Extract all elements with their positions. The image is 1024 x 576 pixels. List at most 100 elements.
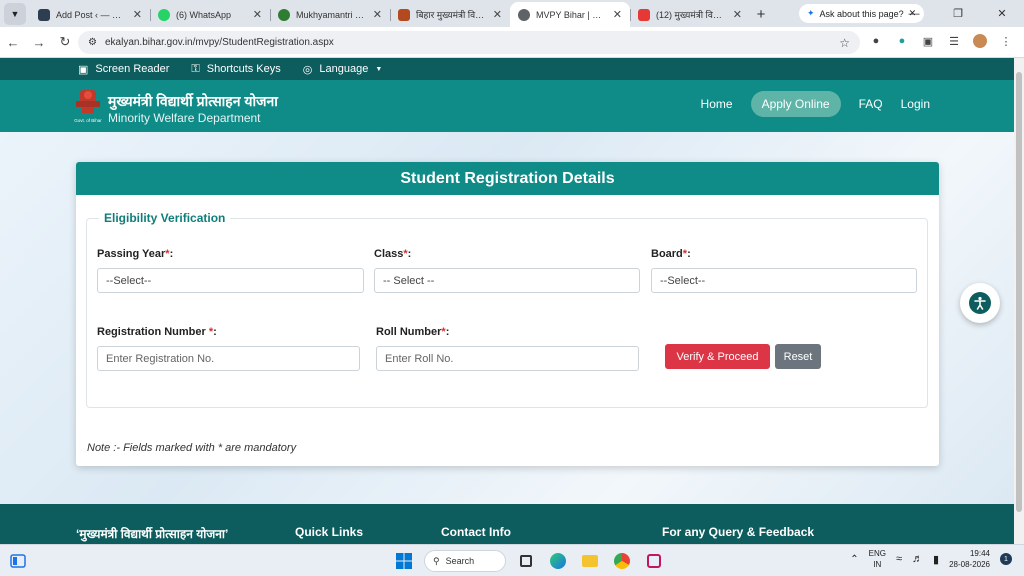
input-language-indicator[interactable]: ENG IN [869, 548, 886, 570]
site-info-icon[interactable]: ⚙ [88, 37, 97, 48]
widgets-icon[interactable] [10, 553, 26, 569]
key-icon: ⚿ [191, 62, 200, 75]
screen-reader-label: Screen Reader [95, 63, 170, 75]
reset-button[interactable]: Reset [775, 344, 821, 369]
file-explorer-icon[interactable] [578, 549, 602, 573]
language-dropdown[interactable]: ◎ Language ▼ [303, 63, 383, 76]
profile-avatar[interactable] [972, 33, 988, 49]
restore-icon[interactable]: ❐ [936, 7, 980, 20]
label-text: Board [651, 248, 683, 260]
label-text: Registration Number [97, 326, 209, 338]
close-window-icon[interactable]: ✕ [980, 7, 1024, 20]
tab-search-button[interactable]: ▼ [4, 3, 26, 25]
reading-list-icon[interactable]: ☰ [946, 33, 962, 49]
roll-number-label: Roll Number*: [376, 326, 449, 338]
globe-icon: ◎ [302, 63, 313, 76]
nav-apply-online-link[interactable]: Apply Online [750, 91, 841, 117]
label-text: Class [374, 248, 404, 260]
close-tab-icon[interactable]: ✕ [373, 8, 382, 21]
url-text[interactable]: ekalyan.bihar.gov.in/mvpy/StudentRegistr… [105, 37, 334, 48]
back-arrow-icon[interactable]: ← [0, 35, 26, 50]
verify-proceed-button[interactable]: Verify & Proceed [665, 344, 770, 369]
monitor-icon: ▣ [78, 63, 89, 76]
globe-favicon-icon [518, 8, 530, 21]
chevron-up-icon[interactable]: ⌃ [850, 554, 858, 565]
tab-title: बिहार मुख्यमंत्री विद्यार्थी [416, 10, 487, 20]
tab-title: (6) WhatsApp [176, 9, 232, 20]
nav-faq-link[interactable]: FAQ [859, 91, 883, 117]
browser-tab[interactable]: (6) WhatsApp ✕ [150, 2, 270, 27]
fieldset-legend: Eligibility Verification [99, 211, 231, 225]
close-tab-icon[interactable]: ✕ [733, 8, 742, 21]
nav-home-link[interactable]: Home [701, 91, 733, 117]
edge-browser-icon[interactable] [546, 549, 570, 573]
minimize-icon[interactable]: — [892, 8, 936, 20]
accessibility-widget-button[interactable] [960, 283, 1000, 323]
browser-tab-strip: ▼ Add Post ‹ — WordP ✕ (6) WhatsApp ✕ Mu… [0, 0, 1024, 27]
screen-reader-link[interactable]: ▣ Screen Reader [78, 63, 169, 76]
bookmark-star-icon[interactable]: ☆ [839, 36, 850, 50]
puzzle-icon[interactable]: ▣ [920, 33, 936, 49]
forward-arrow-icon[interactable]: → [26, 35, 52, 50]
language-label: Language [319, 63, 369, 75]
browser-tab[interactable]: (12) मुख्यमंत्री विद्यार्थी ✕ [630, 2, 750, 27]
system-clock[interactable]: 19:44 28-08-2026 [949, 548, 990, 570]
close-tab-icon[interactable]: ✕ [613, 8, 622, 21]
page-scrollbar[interactable] [1014, 58, 1024, 544]
lang-code: ENG [868, 549, 886, 558]
clock-date: 28-08-2026 [949, 560, 990, 569]
eligibility-fieldset: Eligibility Verification Passing Year*: … [86, 211, 928, 408]
new-tab-button[interactable]: + [750, 2, 772, 27]
site-title-hindi[interactable]: मुख्यमंत्री विद्यार्थी प्रोत्साहन योजना [108, 92, 278, 111]
windows-start-icon[interactable] [392, 549, 416, 573]
more-options-icon[interactable]: ⋮ [998, 33, 1014, 49]
region-code: IN [873, 560, 882, 569]
mandatory-note: Note :- Fields marked with * are mandato… [87, 442, 297, 454]
microphone-icon[interactable]: ● [868, 33, 884, 49]
notification-badge[interactable]: 1 [1000, 553, 1012, 565]
footer-query-heading: For any Query & Feedback [662, 525, 815, 539]
shortcut-keys-label: Shortcuts Keys [206, 63, 281, 75]
scrollbar-thumb[interactable] [1016, 72, 1022, 512]
close-tab-icon[interactable]: ✕ [253, 8, 262, 21]
browser-tab[interactable]: बिहार मुख्यमंत्री विद्यार्थी ✕ [390, 2, 510, 27]
volume-icon[interactable]: ♬ [912, 553, 923, 565]
registration-card: Student Registration Details Eligibility… [76, 162, 939, 466]
roll-number-input[interactable]: Enter Roll No. [376, 346, 639, 371]
logo-caption: Govt. of Bihar [74, 118, 102, 123]
site-subtitle: Minority Welfare Department [108, 111, 261, 125]
label-colon: : [445, 326, 450, 338]
bihar-emblem-logo[interactable]: Govt. of Bihar [72, 87, 104, 125]
browser-tab[interactable]: Add Post ‹ — WordP ✕ [30, 2, 150, 27]
taskbar-search-box[interactable]: ⚲ Search [424, 550, 506, 572]
web-page: ▣ Screen Reader ⚿ Shortcuts Keys ◎ Langu… [0, 58, 1014, 544]
input-placeholder: Enter Roll No. [385, 352, 454, 365]
browser-tab-active[interactable]: MVPY Bihar | Official ✕ [510, 2, 630, 27]
close-tab-icon[interactable]: ✕ [133, 8, 142, 21]
browser-tab[interactable]: Mukhyamantri Vidya ✕ [270, 2, 390, 27]
registration-number-input[interactable]: Enter Registration No. [97, 346, 360, 371]
youtube-favicon-icon [638, 8, 650, 21]
chrome-browser-icon[interactable] [610, 549, 634, 573]
accessibility-bar: ▣ Screen Reader ⚿ Shortcuts Keys ◎ Langu… [0, 58, 1014, 80]
passing-year-select[interactable]: --Select-- [97, 268, 364, 293]
address-bar[interactable]: ⚙ ekalyan.bihar.gov.in/mvpy/StudentRegis… [78, 31, 860, 54]
reload-icon[interactable]: ↻ [52, 34, 78, 50]
nav-login-link[interactable]: Login [901, 91, 930, 117]
battery-icon[interactable]: ▮ [933, 553, 939, 566]
select-value: -- Select -- [383, 274, 435, 287]
class-select[interactable]: -- Select -- [374, 268, 640, 293]
task-view-icon[interactable] [514, 549, 538, 573]
board-select[interactable]: --Select-- [651, 268, 917, 293]
footer-scheme-title: ‘मुख्यमंत्री विद्यार्थी प्रोत्साहन योजना… [76, 527, 229, 541]
tab-title: Add Post ‹ — WordP [56, 9, 127, 20]
extension-icon[interactable]: ● [894, 33, 910, 49]
site-footer: ‘मुख्यमंत्री विद्यार्थी प्रोत्साहन योजना… [0, 504, 1014, 544]
footer-contact-heading: Contact Info [441, 525, 511, 539]
close-tab-icon[interactable]: ✕ [493, 8, 502, 21]
shortcut-keys-link[interactable]: ⚿ Shortcuts Keys [191, 63, 280, 76]
ask-label: Ask about this page? [819, 8, 904, 19]
snipping-tool-icon[interactable] [642, 549, 666, 573]
select-value: --Select-- [660, 274, 706, 287]
wifi-icon[interactable]: ≈ [896, 553, 902, 565]
